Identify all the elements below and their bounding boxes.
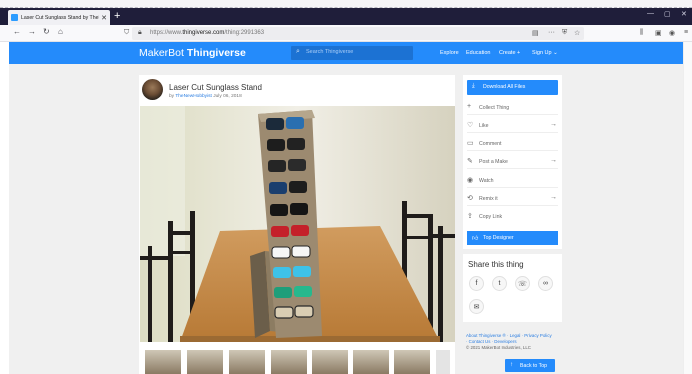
nav-signup[interactable]: Sign Up ⌄ [532,50,558,56]
thumbnail-3[interactable] [229,350,265,374]
search-icon: ⌕ [296,47,300,55]
action-copy-link-label: Copy Link [479,214,503,220]
email-icon[interactable]: ✉ [469,299,484,314]
twitter-icon[interactable]: t [492,276,507,291]
nav-education[interactable]: Education [466,50,490,56]
arrow-right-icon: → [550,194,557,201]
action-remix-label: Remix it [479,196,498,202]
thumbnail-6[interactable] [353,350,389,374]
nav-create[interactable]: Create + [499,50,520,56]
thumbnail-5[interactable] [312,350,348,374]
eye-icon: ◉ [467,177,474,184]
bookmark-star-icon[interactable]: ☆ [574,29,580,37]
maximize-button[interactable]: ▢ [664,10,671,18]
author-link[interactable]: TheNewHobbyist [175,94,212,99]
arrow-up-icon: ↑ [510,361,513,368]
whatsapp-icon[interactable]: ☏ [515,276,530,291]
action-watch-label: Watch [479,178,494,184]
nav-explore[interactable]: Explore [440,50,459,56]
menu-icon[interactable]: ≡ [684,29,688,36]
sunglass-stand-photo [140,106,455,342]
page-actions-icon[interactable]: ··· [548,29,555,36]
footer-copyright: © 2021 MakerBot Industries, LLC [466,345,531,350]
download-label: Download All Files [483,84,526,90]
download-icon: ⤓ [472,83,475,89]
make-icon: ✎ [467,158,473,165]
browser-tab[interactable]: Laser Cut Sunglass Stand by TheNe ✕ [8,10,110,25]
reader-view-icon[interactable]: ▤ [532,29,539,37]
back-button[interactable]: ← [13,27,21,36]
thumbnail-7[interactable] [394,350,430,374]
remix-icon: ⟲ [467,195,473,202]
forward-button[interactable]: → [28,27,36,36]
comment-icon: ▭ [467,140,474,147]
thing-title: Laser Cut Sunglass Stand [169,83,262,92]
url-text: https://www.thingiverse.com/thing:299136… [150,29,265,36]
thumbnail-2[interactable] [187,350,223,374]
tracking-shield-icon[interactable]: ⛉ [124,29,129,37]
action-collect-label: Collect Thing [479,105,510,111]
pocket-icon[interactable]: ⛨ [562,29,567,37]
thumbnail-8[interactable] [436,350,450,374]
page-scrollbar[interactable] [683,42,692,374]
back-to-top-label: Back to Top [520,362,548,369]
thingiverse-logo[interactable]: MakerBot Thingiverse [139,47,246,59]
share-icon: ⇪ [467,213,473,220]
top-designer-label: Top Designer [483,235,514,241]
link-icon[interactable]: ∞ [538,276,553,291]
action-comment-label: Comment [479,141,502,147]
home-button[interactable]: ⌂ [58,27,63,36]
close-window-button[interactable]: ✕ [681,10,687,18]
tab-close-icon[interactable]: ✕ [101,14,107,22]
footer-links-2[interactable]: · Contact Us · Developers [466,339,517,344]
new-tab-button[interactable]: + [114,10,120,22]
action-like-label: Like [479,123,489,129]
facebook-icon[interactable]: f [469,276,484,291]
library-icon[interactable]: ⫼ [640,29,643,37]
reload-button[interactable]: ↻ [43,27,50,36]
account-icon[interactable]: ◉ [669,29,675,37]
author-avatar[interactable] [142,79,163,100]
minimize-button[interactable]: — [647,10,654,17]
search-placeholder: Search Thingiverse [306,49,354,55]
tab-title: Laser Cut Sunglass Stand by TheNe [21,14,100,21]
plus-icon: + [467,103,472,110]
sidebar-icon[interactable]: ▣ [655,29,662,37]
share-title: Share this thing [468,260,524,269]
footer-links-1[interactable]: About Thingiverse ® · Legal · Privacy Po… [466,333,552,338]
lock-icon[interactable]: 🔒︎ [138,29,142,37]
arrow-right-icon: → [550,121,557,128]
thumbnail-1[interactable] [145,350,181,374]
thing-byline: by TheNewHobbyist July 06, 2018 [169,94,242,99]
thumbs-up-icon: 👍︎ [472,236,479,242]
thing-photo[interactable] [140,106,455,342]
thumbnail-4[interactable] [271,350,307,374]
heart-icon: ♡ [467,122,474,129]
window-top-edge [0,0,692,8]
arrow-right-icon: → [550,157,557,164]
action-post-make-label: Post a Make [479,159,508,165]
thingiverse-favicon-icon [11,14,18,21]
chevron-down-icon: ⌄ [553,50,558,56]
plus-icon: + [517,50,521,56]
